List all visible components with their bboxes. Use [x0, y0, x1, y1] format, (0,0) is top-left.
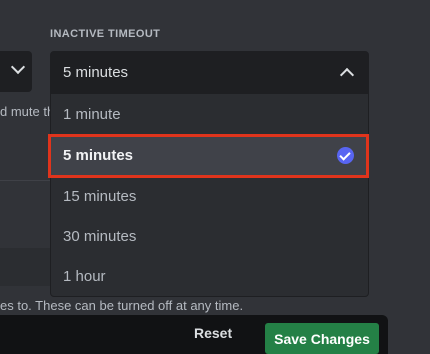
partial-select[interactable]: [0, 51, 32, 92]
inactive-timeout-label: INACTIVE TIMEOUT: [50, 28, 161, 40]
save-changes-bar: Reset Save Changes: [0, 315, 388, 354]
selected-value: 5 minutes: [63, 64, 129, 81]
option-30-minutes[interactable]: 30 minutes: [51, 216, 368, 257]
option-5-minutes[interactable]: 5 minutes: [51, 135, 368, 176]
option-1-minute[interactable]: 1 minute: [51, 94, 368, 135]
helper-text: es to. These can be turned off at any ti…: [0, 298, 244, 313]
checkmark-icon: [337, 147, 354, 164]
background-panel: [0, 180, 50, 249]
option-label: 15 minutes: [63, 188, 137, 205]
partial-description-text: d mute th: [0, 104, 55, 119]
option-label: 5 minutes: [63, 147, 134, 164]
option-label: 1 hour: [63, 268, 106, 285]
background-bar: [0, 248, 50, 286]
inactive-timeout-select[interactable]: 5 minutes: [50, 51, 369, 93]
save-changes-button[interactable]: Save Changes: [265, 323, 379, 354]
option-label: 30 minutes: [63, 228, 137, 245]
dropdown-menu: 1 minute 5 minutes 15 minutes 30 minutes…: [50, 93, 369, 297]
option-15-minutes[interactable]: 15 minutes: [51, 176, 368, 217]
option-label: 1 minute: [63, 106, 121, 123]
option-1-hour[interactable]: 1 hour: [51, 256, 368, 297]
reset-button[interactable]: Reset: [194, 325, 232, 341]
chevron-up-icon: [339, 67, 355, 83]
chevron-down-icon: [10, 59, 26, 75]
